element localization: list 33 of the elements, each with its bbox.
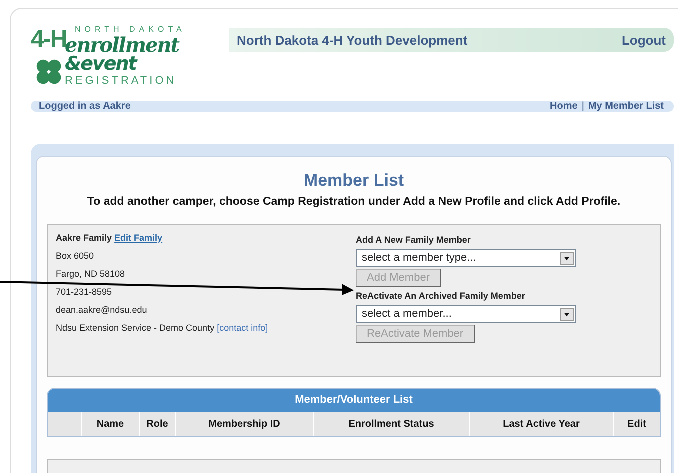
column-header: Name (81, 412, 139, 436)
contact-detail: Box 6050 (56, 251, 96, 261)
separator: | (582, 101, 584, 112)
caret-icon (560, 308, 574, 320)
logout-link[interactable]: Logout (622, 32, 666, 48)
family-name: Aakre Family (56, 233, 112, 243)
column-header: Role (139, 412, 175, 436)
logo-text: &event (65, 55, 139, 73)
column-header: Enrollment Status (313, 412, 469, 436)
contact-detail: dean.aakre@ndsu.edu (56, 305, 148, 315)
page-title: Member List (302, 171, 406, 191)
column-header: Last Active Year (469, 412, 613, 436)
edit-family-link[interactable]: Edit Family (114, 233, 163, 243)
column-header: Edit (613, 412, 660, 436)
table-title: Member/Volunteer List (48, 389, 660, 412)
site-title: North Dakota 4-H Youth Development (237, 32, 468, 48)
instruction-text: To add another camper, choose Camp Registration under Add a New Profile and click Add Profile. (86, 196, 622, 208)
office-name: Ndsu Extension Service - Demo County (56, 323, 215, 333)
contact-detail: Fargo, ND 58108 (56, 269, 126, 279)
contact-detail: 701-231-8595 (56, 287, 114, 297)
clover-icon (35, 58, 63, 86)
login-status: Logged in as Aakre (39, 101, 131, 112)
nav-link[interactable]: My Member List (588, 101, 664, 112)
section-label: ReActivate An Archived Family Member (356, 291, 526, 301)
caret-icon (560, 252, 574, 264)
logo-text: 4-H (31, 27, 65, 53)
contact-info-link[interactable]: [contact info] (217, 323, 268, 333)
logo-text: enrollment (65, 35, 181, 55)
nav-link[interactable]: Home (550, 101, 578, 112)
logo-text: NORTH DAKOTA (74, 25, 187, 35)
section-label: Add A New Family Member (356, 235, 472, 245)
logo-text: REGISTRATION (65, 74, 178, 89)
column-header: Membership ID (175, 412, 313, 436)
